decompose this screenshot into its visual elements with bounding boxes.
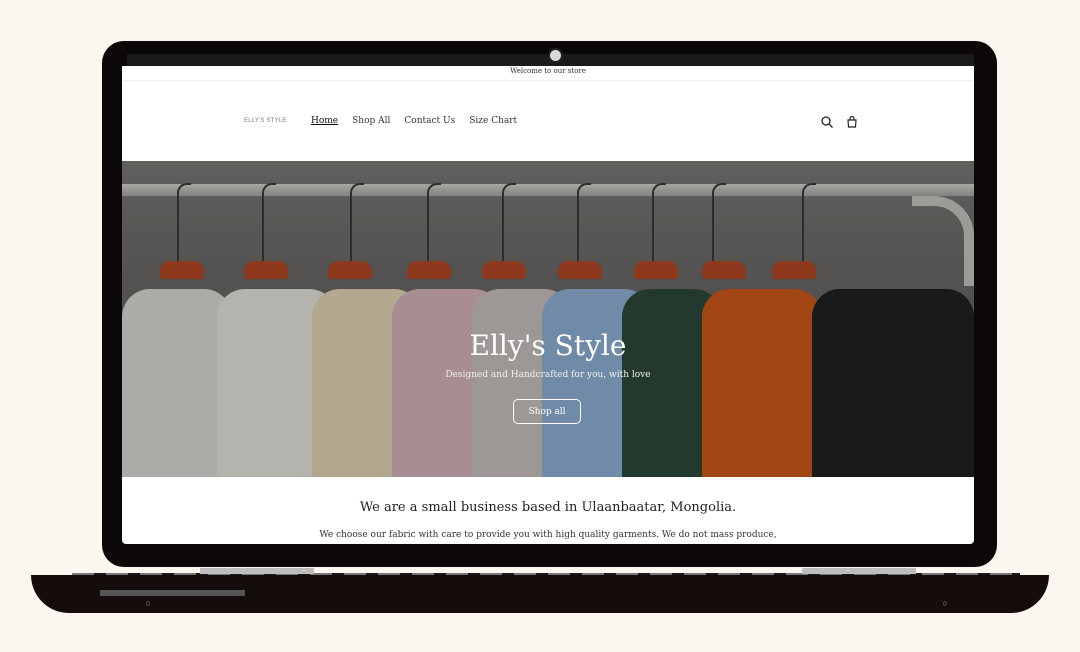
base-strip bbox=[100, 590, 245, 596]
browser-screen: Welcome to our store ELLY'S STYLE ———— H… bbox=[122, 66, 974, 544]
webcam-icon bbox=[548, 48, 563, 63]
hinge-right bbox=[802, 568, 916, 574]
hero-title: Elly's Style bbox=[469, 329, 627, 362]
hinge-left bbox=[200, 568, 314, 574]
cart-icon[interactable] bbox=[845, 115, 859, 129]
base-mark-left: 0 bbox=[146, 601, 150, 608]
search-icon[interactable] bbox=[820, 115, 834, 129]
nav-item-home[interactable]: Home bbox=[311, 116, 338, 126]
nav-item-size-chart[interactable]: Size Chart bbox=[469, 116, 517, 126]
site-header: ELLY'S STYLE ———— Home Shop All Contact … bbox=[122, 81, 974, 162]
about-heading: We are a small business based in Ulaanba… bbox=[359, 500, 737, 515]
hero-banner: Elly's Style Designed and Handcrafted fo… bbox=[122, 161, 974, 477]
nav-item-shop-all[interactable]: Shop All bbox=[352, 116, 390, 126]
hero-subtitle: Designed and Handcrafted for you, with l… bbox=[445, 370, 651, 380]
about-text: We choose our fabric with care to provid… bbox=[319, 530, 777, 540]
logo-underline: ———— bbox=[258, 124, 272, 128]
hero-overlay bbox=[122, 161, 974, 477]
base-mark-right: 0 bbox=[943, 601, 947, 608]
store-logo[interactable]: ELLY'S STYLE ———— bbox=[244, 118, 286, 128]
nav-item-contact-us[interactable]: Contact Us bbox=[404, 116, 455, 126]
shop-all-button[interactable]: Shop all bbox=[513, 399, 581, 424]
announcement-bar: Welcome to our store bbox=[122, 66, 974, 81]
main-nav: Home Shop All Contact Us Size Chart bbox=[311, 116, 517, 126]
